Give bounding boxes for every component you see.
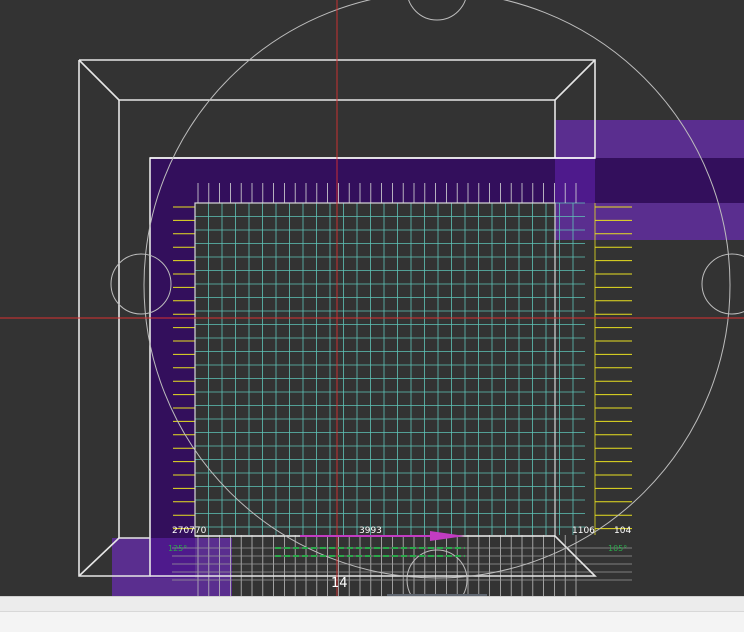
drawing-viewport[interactable]: 270770 3993 1106 104 125° 105° 14 <box>0 0 744 596</box>
fill-right-lower <box>555 203 744 240</box>
large-guide-circle <box>143 0 731 579</box>
fill-right-corner <box>555 158 595 203</box>
dimension-label-center: 3993 <box>359 526 382 536</box>
fill-right-upper <box>555 120 744 158</box>
green-label-left: 125° <box>168 544 187 553</box>
cursor-readout: 14 <box>331 576 348 591</box>
command-bar[interactable] <box>0 611 744 632</box>
green-label-right: 105° <box>608 544 627 553</box>
guide-circles <box>110 0 744 596</box>
dimension-label-left: 270770 <box>172 526 207 536</box>
status-bar <box>0 596 744 611</box>
cad-editor-window: 270770 3993 1106 104 125° 105° 14 <box>0 0 744 632</box>
fill-regions <box>112 120 744 596</box>
bevel-top-right <box>554 59 596 101</box>
cell-grid <box>172 183 632 596</box>
small-circle-right <box>701 253 744 315</box>
arrow-head <box>430 531 465 541</box>
dimension-label-far-right: 104 <box>614 526 631 536</box>
drawing-canvas[interactable]: 270770 3993 1106 104 125° 105° 14 <box>0 0 744 596</box>
bevel-top-left <box>78 59 120 101</box>
dimension-label-right: 1106 <box>572 526 595 536</box>
fill-top-band <box>150 158 595 203</box>
small-circle-top <box>408 0 466 21</box>
crosshair-cursor <box>0 0 744 596</box>
pad-ticks <box>173 203 632 535</box>
inner-frame-left <box>118 100 150 539</box>
